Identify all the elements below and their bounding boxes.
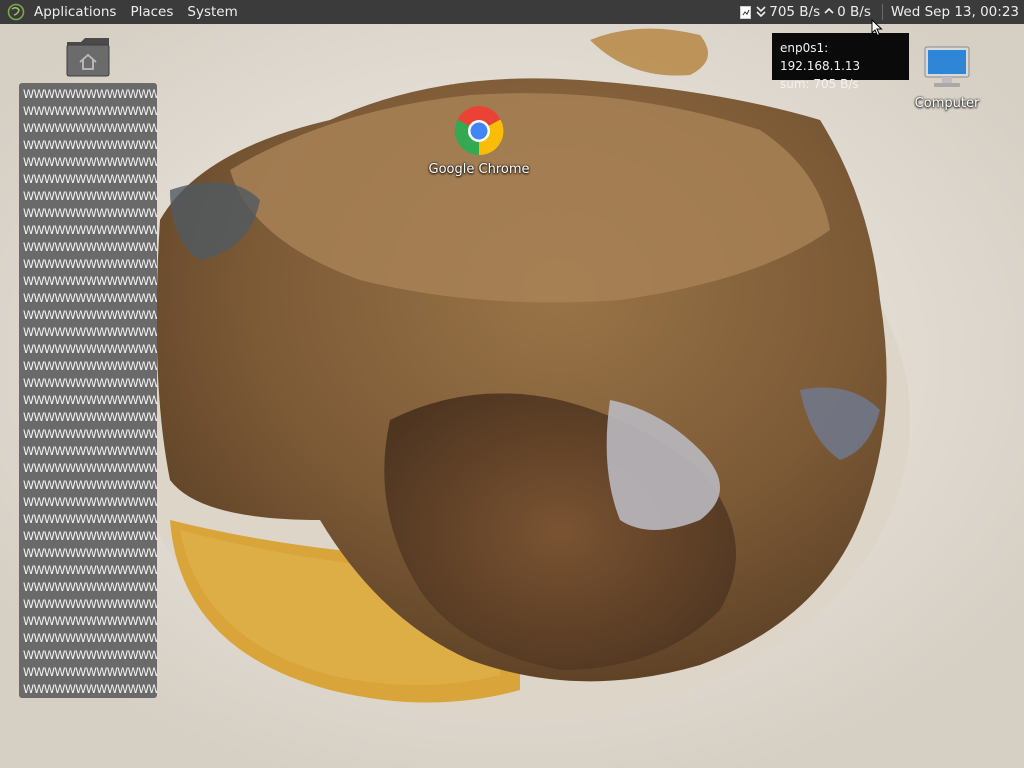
- applications-menu[interactable]: Applications: [34, 4, 116, 20]
- tooltip-interface-line: enp0s1: 192.168.1.13: [780, 41, 861, 73]
- text-widget-line: WWWWWWWWWWWWW: [23, 156, 157, 169]
- chrome-icon-label: Google Chrome: [428, 162, 530, 177]
- text-widget-line: WWWWWWWWWWWWW: [23, 513, 157, 526]
- computer-icon-label: Computer: [914, 96, 980, 111]
- home-folder-desktop-icon[interactable]: [63, 36, 113, 82]
- google-chrome-desktop-icon[interactable]: Google Chrome: [425, 106, 533, 177]
- mouse-pointer-icon: [871, 19, 883, 37]
- text-widget-line: WWWWWWWWWWWWW: [23, 292, 157, 305]
- text-widget-line: WWWWWWWWWWWWW: [23, 309, 157, 322]
- text-widget-line: WWWWWWWWWWWWW: [23, 207, 157, 220]
- computer-desktop-icon[interactable]: Computer: [910, 44, 984, 111]
- text-widget-line: WWWWWWWWWWWWW: [23, 428, 157, 441]
- tooltip-sum-line: sum: 705 B/s: [780, 77, 859, 91]
- network-applet-icon[interactable]: [740, 5, 752, 19]
- text-widget-line: WWWWWWWWWWWWW: [23, 224, 157, 237]
- text-widget-line: WWWWWWWWWWWWW: [23, 190, 157, 203]
- text-widget-line: WWWWWWWWWWWWW: [23, 666, 157, 679]
- text-widget[interactable]: WWWWWWWWWWWWW WWWWWWWWWWWWW WWWWWWWWWWWWW W…: [19, 83, 157, 698]
- chrome-icon: [455, 106, 504, 156]
- text-widget-lines: WWWWWWWWWWWWW WWWWWWWWWWWWW WWWWWWWWWWWWW W…: [23, 86, 157, 698]
- network-tooltip: enp0s1: 192.168.1.13 sum: 705 B/s: [772, 33, 909, 91]
- text-widget-line: WWWWWWWWWWWWW: [23, 479, 157, 492]
- text-widget-line: WWWWWWWWWWWWW: [23, 360, 157, 373]
- text-widget-line: WWWWWWWWWWWWW: [23, 105, 157, 118]
- text-widget-line: WWWWWWWWWWWWW: [23, 615, 157, 628]
- text-widget-line: WWWWWWWWWWWWW: [23, 462, 157, 475]
- text-widget-line: WWWWWWWWWWWWW: [23, 394, 157, 407]
- text-widget-line: WWWWWWWWWWWWW: [23, 547, 157, 560]
- text-widget-line: WWWWWWWWWWWWW: [23, 258, 157, 271]
- places-menu[interactable]: Places: [130, 4, 173, 20]
- download-arrow-icon: [756, 6, 766, 18]
- text-widget-line: WWWWWWWWWWWWW: [23, 683, 157, 696]
- clock[interactable]: Wed Sep 13, 00:23: [891, 4, 1019, 20]
- text-widget-line: WWWWWWWWWWWWW: [23, 530, 157, 543]
- text-widget-line: WWWWWWWWWWWWW: [23, 139, 157, 152]
- text-widget-line: WWWWWWWWWWWWW: [23, 275, 157, 288]
- text-widget-line: WWWWWWWWWWWWW: [23, 88, 157, 101]
- mate-menu-logo-icon[interactable]: [7, 3, 25, 21]
- panel-separator: [881, 4, 883, 20]
- text-widget-line: WWWWWWWWWWWWW: [23, 411, 157, 424]
- text-widget-line: WWWWWWWWWWWWW: [23, 598, 157, 611]
- text-widget-line: WWWWWWWWWWWWW: [23, 343, 157, 356]
- text-widget-line: WWWWWWWWWWWWW: [23, 581, 157, 594]
- text-widget-line: WWWWWWWWWWWWW: [23, 649, 157, 662]
- text-widget-line: WWWWWWWWWWWWW: [23, 496, 157, 509]
- upload-arrow-icon: [824, 7, 834, 14]
- text-widget-line: WWWWWWWWWWWWW: [23, 632, 157, 645]
- text-widget-line: WWWWWWWWWWWWW: [23, 564, 157, 577]
- home-folder-icon: [66, 38, 110, 77]
- text-widget-line: WWWWWWWWWWWWW: [23, 326, 157, 339]
- download-speed[interactable]: 705 B/s: [769, 4, 820, 20]
- text-widget-line: WWWWWWWWWWWWW: [23, 122, 157, 135]
- text-widget-line: WWWWWWWWWWWWW: [23, 445, 157, 458]
- upload-speed[interactable]: 0 B/s: [837, 4, 871, 20]
- text-widget-line: WWWWWWWWWWWWW: [23, 377, 157, 390]
- system-menu[interactable]: System: [187, 4, 237, 20]
- text-widget-line: WWWWWWWWWWWWW: [23, 173, 157, 186]
- text-widget-line: WWWWWWWWWWWWW: [23, 241, 157, 254]
- computer-monitor-icon: [924, 46, 970, 87]
